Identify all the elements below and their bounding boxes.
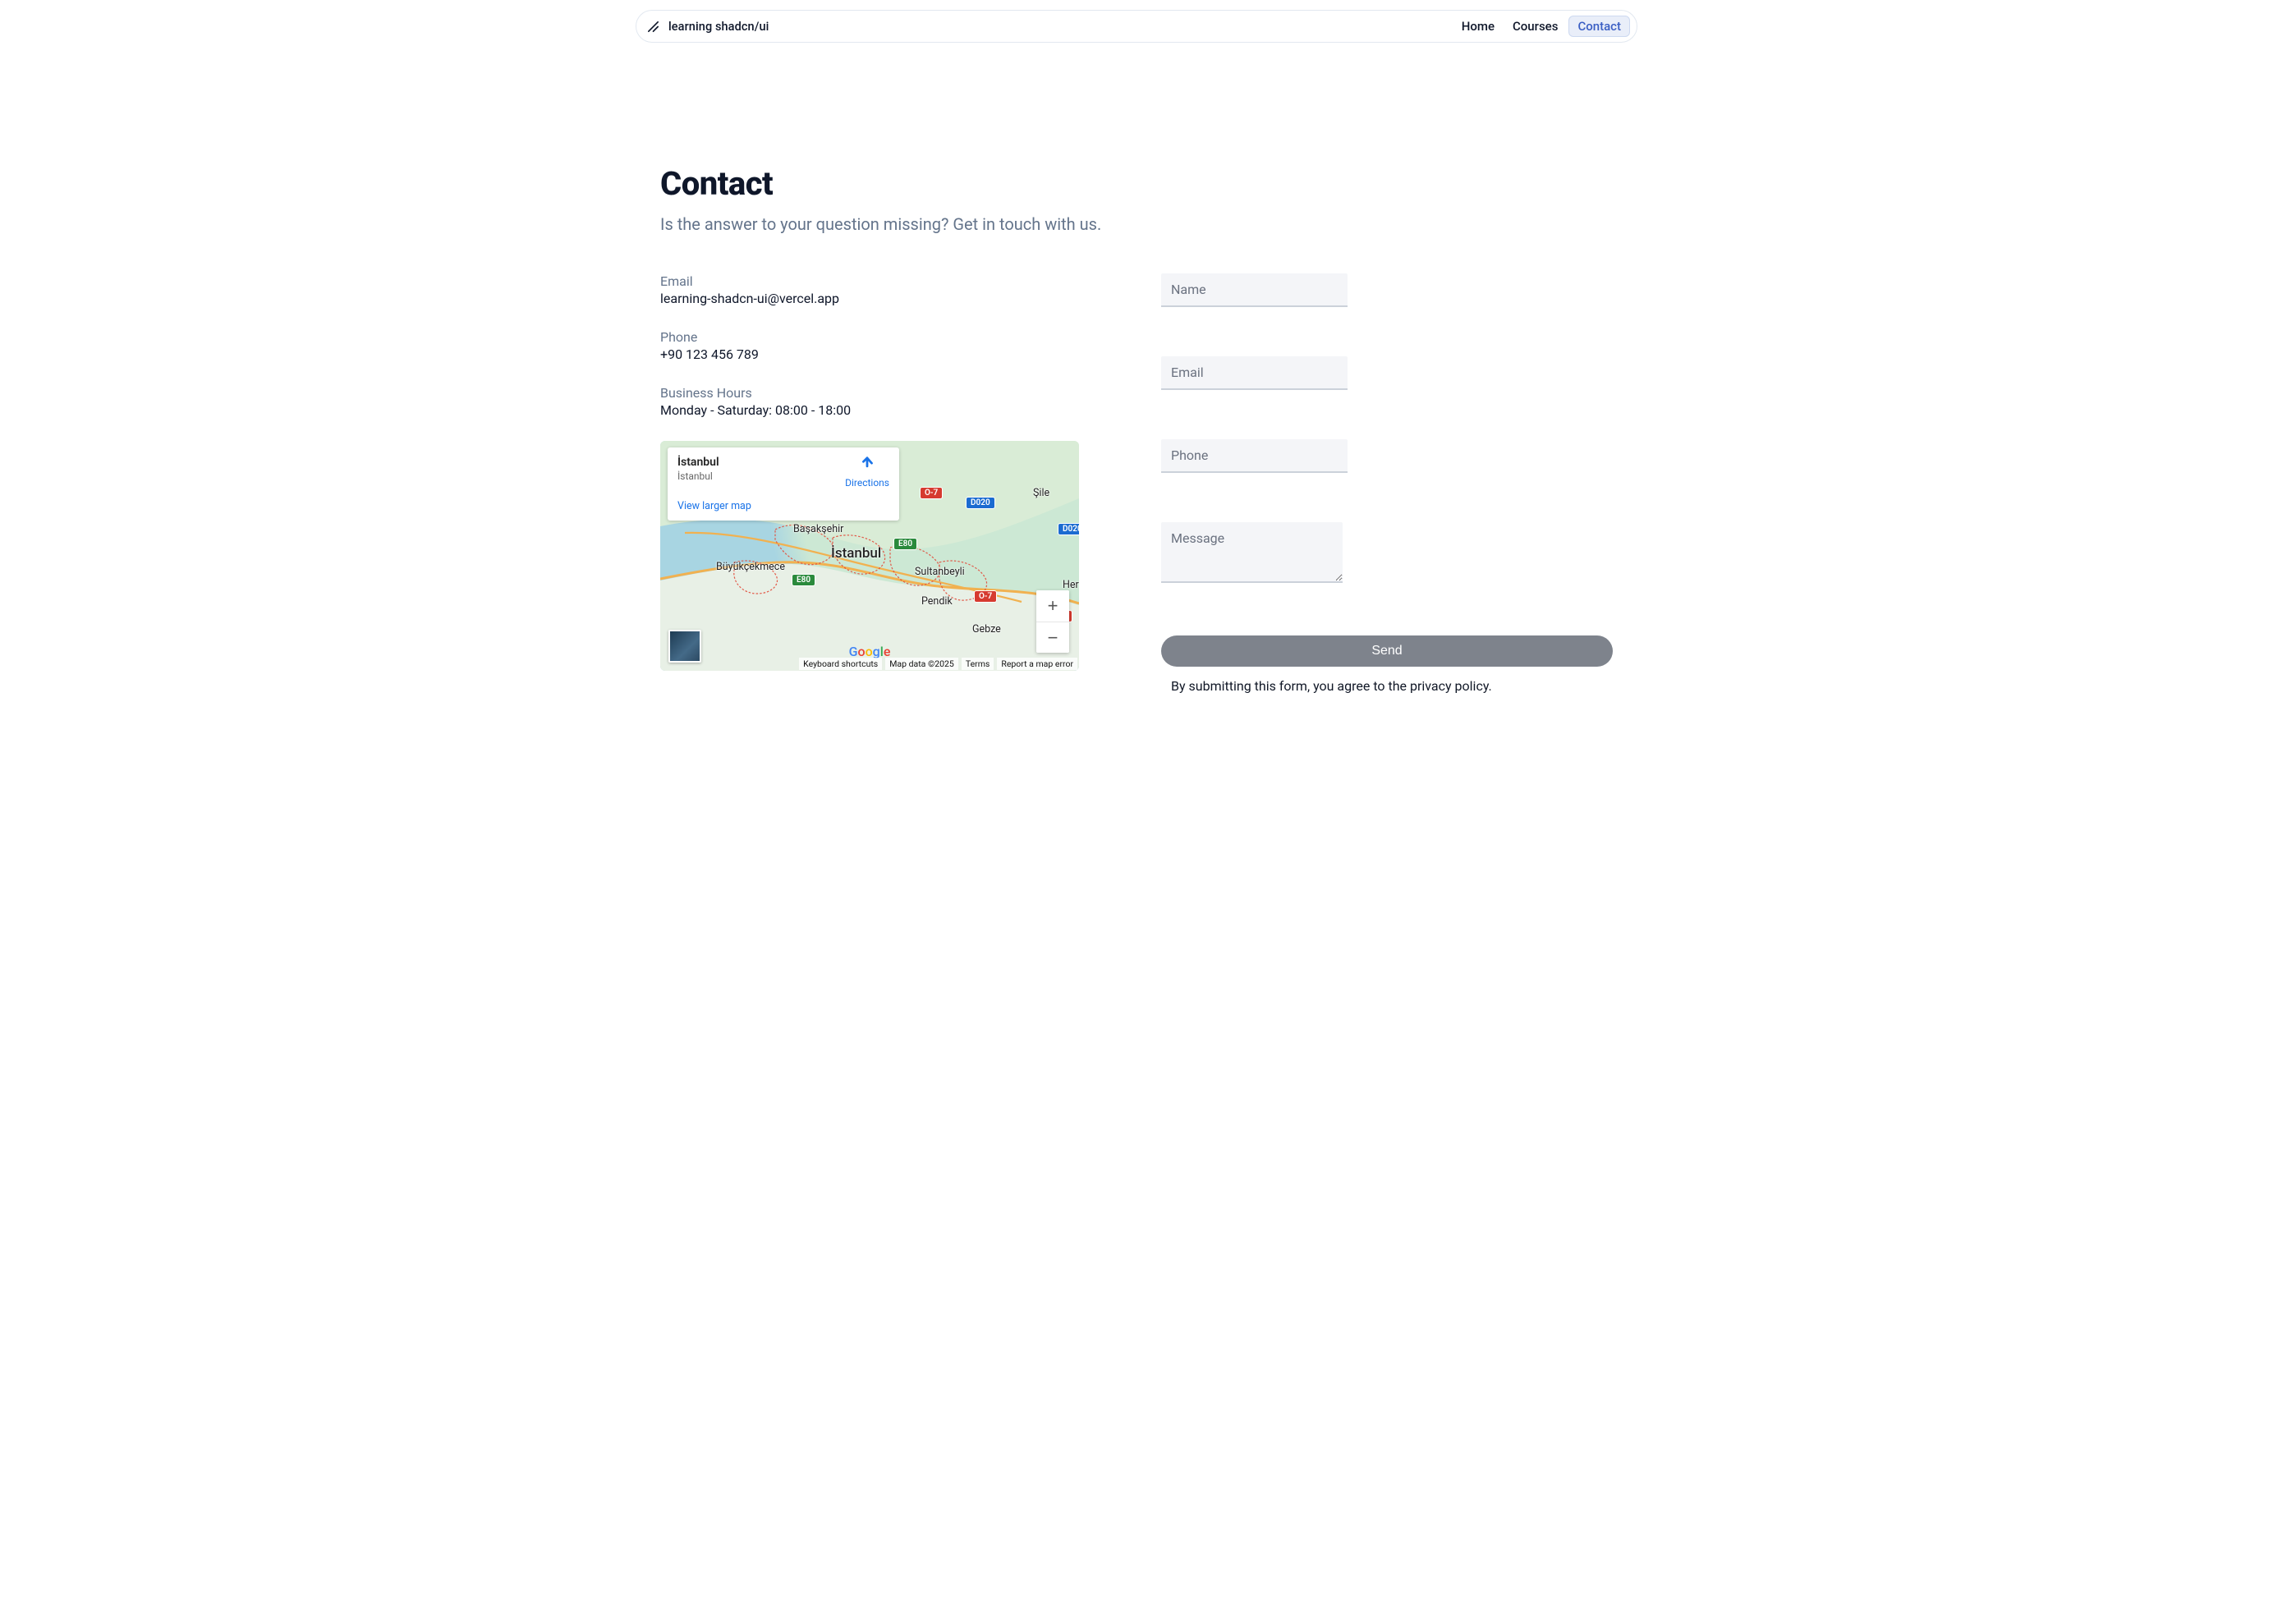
map-keyboard-shortcuts[interactable]: Keyboard shortcuts: [799, 658, 882, 670]
map-attribution: Keyboard shortcuts Map data ©2025 Terms …: [799, 658, 1077, 670]
road-badge: E80: [893, 538, 917, 550]
road-badge: E80: [792, 574, 815, 586]
map-label-gebze: Gebze: [972, 623, 1001, 635]
info-hours-value: Monday - Saturday: 08:00 - 18:00: [660, 402, 1112, 418]
info-email: Email learning-shadcn-ui@vercel.app: [660, 273, 1112, 306]
brand-name: learning shadcn/ui: [668, 20, 769, 34]
map-label-buyukcekmece: Büyükçekmece: [716, 561, 785, 573]
map-label-istanbul: İstanbul: [831, 545, 881, 562]
map-directions[interactable]: Directions: [845, 456, 889, 489]
map-view-larger[interactable]: View larger map: [677, 500, 889, 512]
page-title: Contact: [660, 164, 1613, 203]
info-email-label: Email: [660, 273, 1112, 289]
plus-icon: +: [1048, 595, 1058, 617]
nav-contact[interactable]: Contact: [1568, 16, 1630, 37]
map-zoom-out[interactable]: −: [1036, 622, 1069, 653]
info-phone: Phone +90 123 456 789: [660, 329, 1112, 362]
map[interactable]: İstanbul Başakşehir Büyükçekmece Sultanb…: [660, 441, 1079, 671]
content: Contact Is the answer to your question m…: [636, 43, 1637, 743]
map-report-error[interactable]: Report a map error: [997, 658, 1077, 670]
minus-icon: −: [1048, 627, 1058, 649]
phone-input[interactable]: [1161, 439, 1348, 473]
info-phone-value: +90 123 456 789: [660, 346, 1112, 362]
info-email-value: learning-shadcn-ui@vercel.app: [660, 291, 1112, 306]
send-button[interactable]: Send: [1161, 635, 1613, 667]
logo-icon: [646, 20, 660, 34]
info-phone-label: Phone: [660, 329, 1112, 345]
map-label-her: Her: [1063, 579, 1079, 591]
info-hours: Business Hours Monday - Saturday: 08:00 …: [660, 385, 1112, 418]
nav-home[interactable]: Home: [1454, 16, 1502, 37]
road-badge: O-7: [920, 487, 943, 499]
map-label-pendik: Pendik: [921, 595, 953, 608]
primary-nav: Home Courses Contact: [1454, 16, 1630, 37]
map-satellite-toggle[interactable]: [668, 630, 701, 663]
topbar: learning shadcn/ui Home Courses Contact: [636, 10, 1637, 43]
email-input[interactable]: [1161, 356, 1348, 390]
map-label-sile: Şile: [1033, 487, 1049, 499]
form-disclaimer: By submitting this form, you agree to th…: [1161, 678, 1613, 694]
page-subtitle: Is the answer to your question missing? …: [660, 214, 1613, 234]
road-badge: D020: [1058, 523, 1079, 535]
map-label-sultanbeyli: Sultanbeyli: [915, 566, 965, 578]
road-badge: O-7: [974, 590, 997, 603]
map-card-subtitle: İstanbul: [677, 470, 838, 482]
road-badge: D020: [966, 497, 995, 509]
name-input[interactable]: [1161, 273, 1348, 307]
nav-courses[interactable]: Courses: [1505, 16, 1565, 37]
map-directions-label: Directions: [845, 477, 889, 489]
brand[interactable]: learning shadcn/ui: [646, 20, 769, 34]
map-info-card: İstanbul İstanbul Directions View larger…: [668, 447, 899, 521]
map-terms[interactable]: Terms: [962, 658, 994, 670]
contact-form: Send By submitting this form, you agree …: [1161, 273, 1613, 694]
map-data: Map data ©2025: [885, 658, 958, 670]
map-zoom-controls: + −: [1036, 590, 1069, 653]
info-column: Email learning-shadcn-ui@vercel.app Phon…: [660, 273, 1112, 694]
map-zoom-in[interactable]: +: [1036, 590, 1069, 622]
map-card-title: İstanbul: [677, 456, 838, 469]
message-input[interactable]: [1161, 522, 1343, 583]
info-hours-label: Business Hours: [660, 385, 1112, 401]
directions-icon: [845, 456, 889, 474]
map-label-basaksehir: Başakşehir: [793, 523, 843, 535]
